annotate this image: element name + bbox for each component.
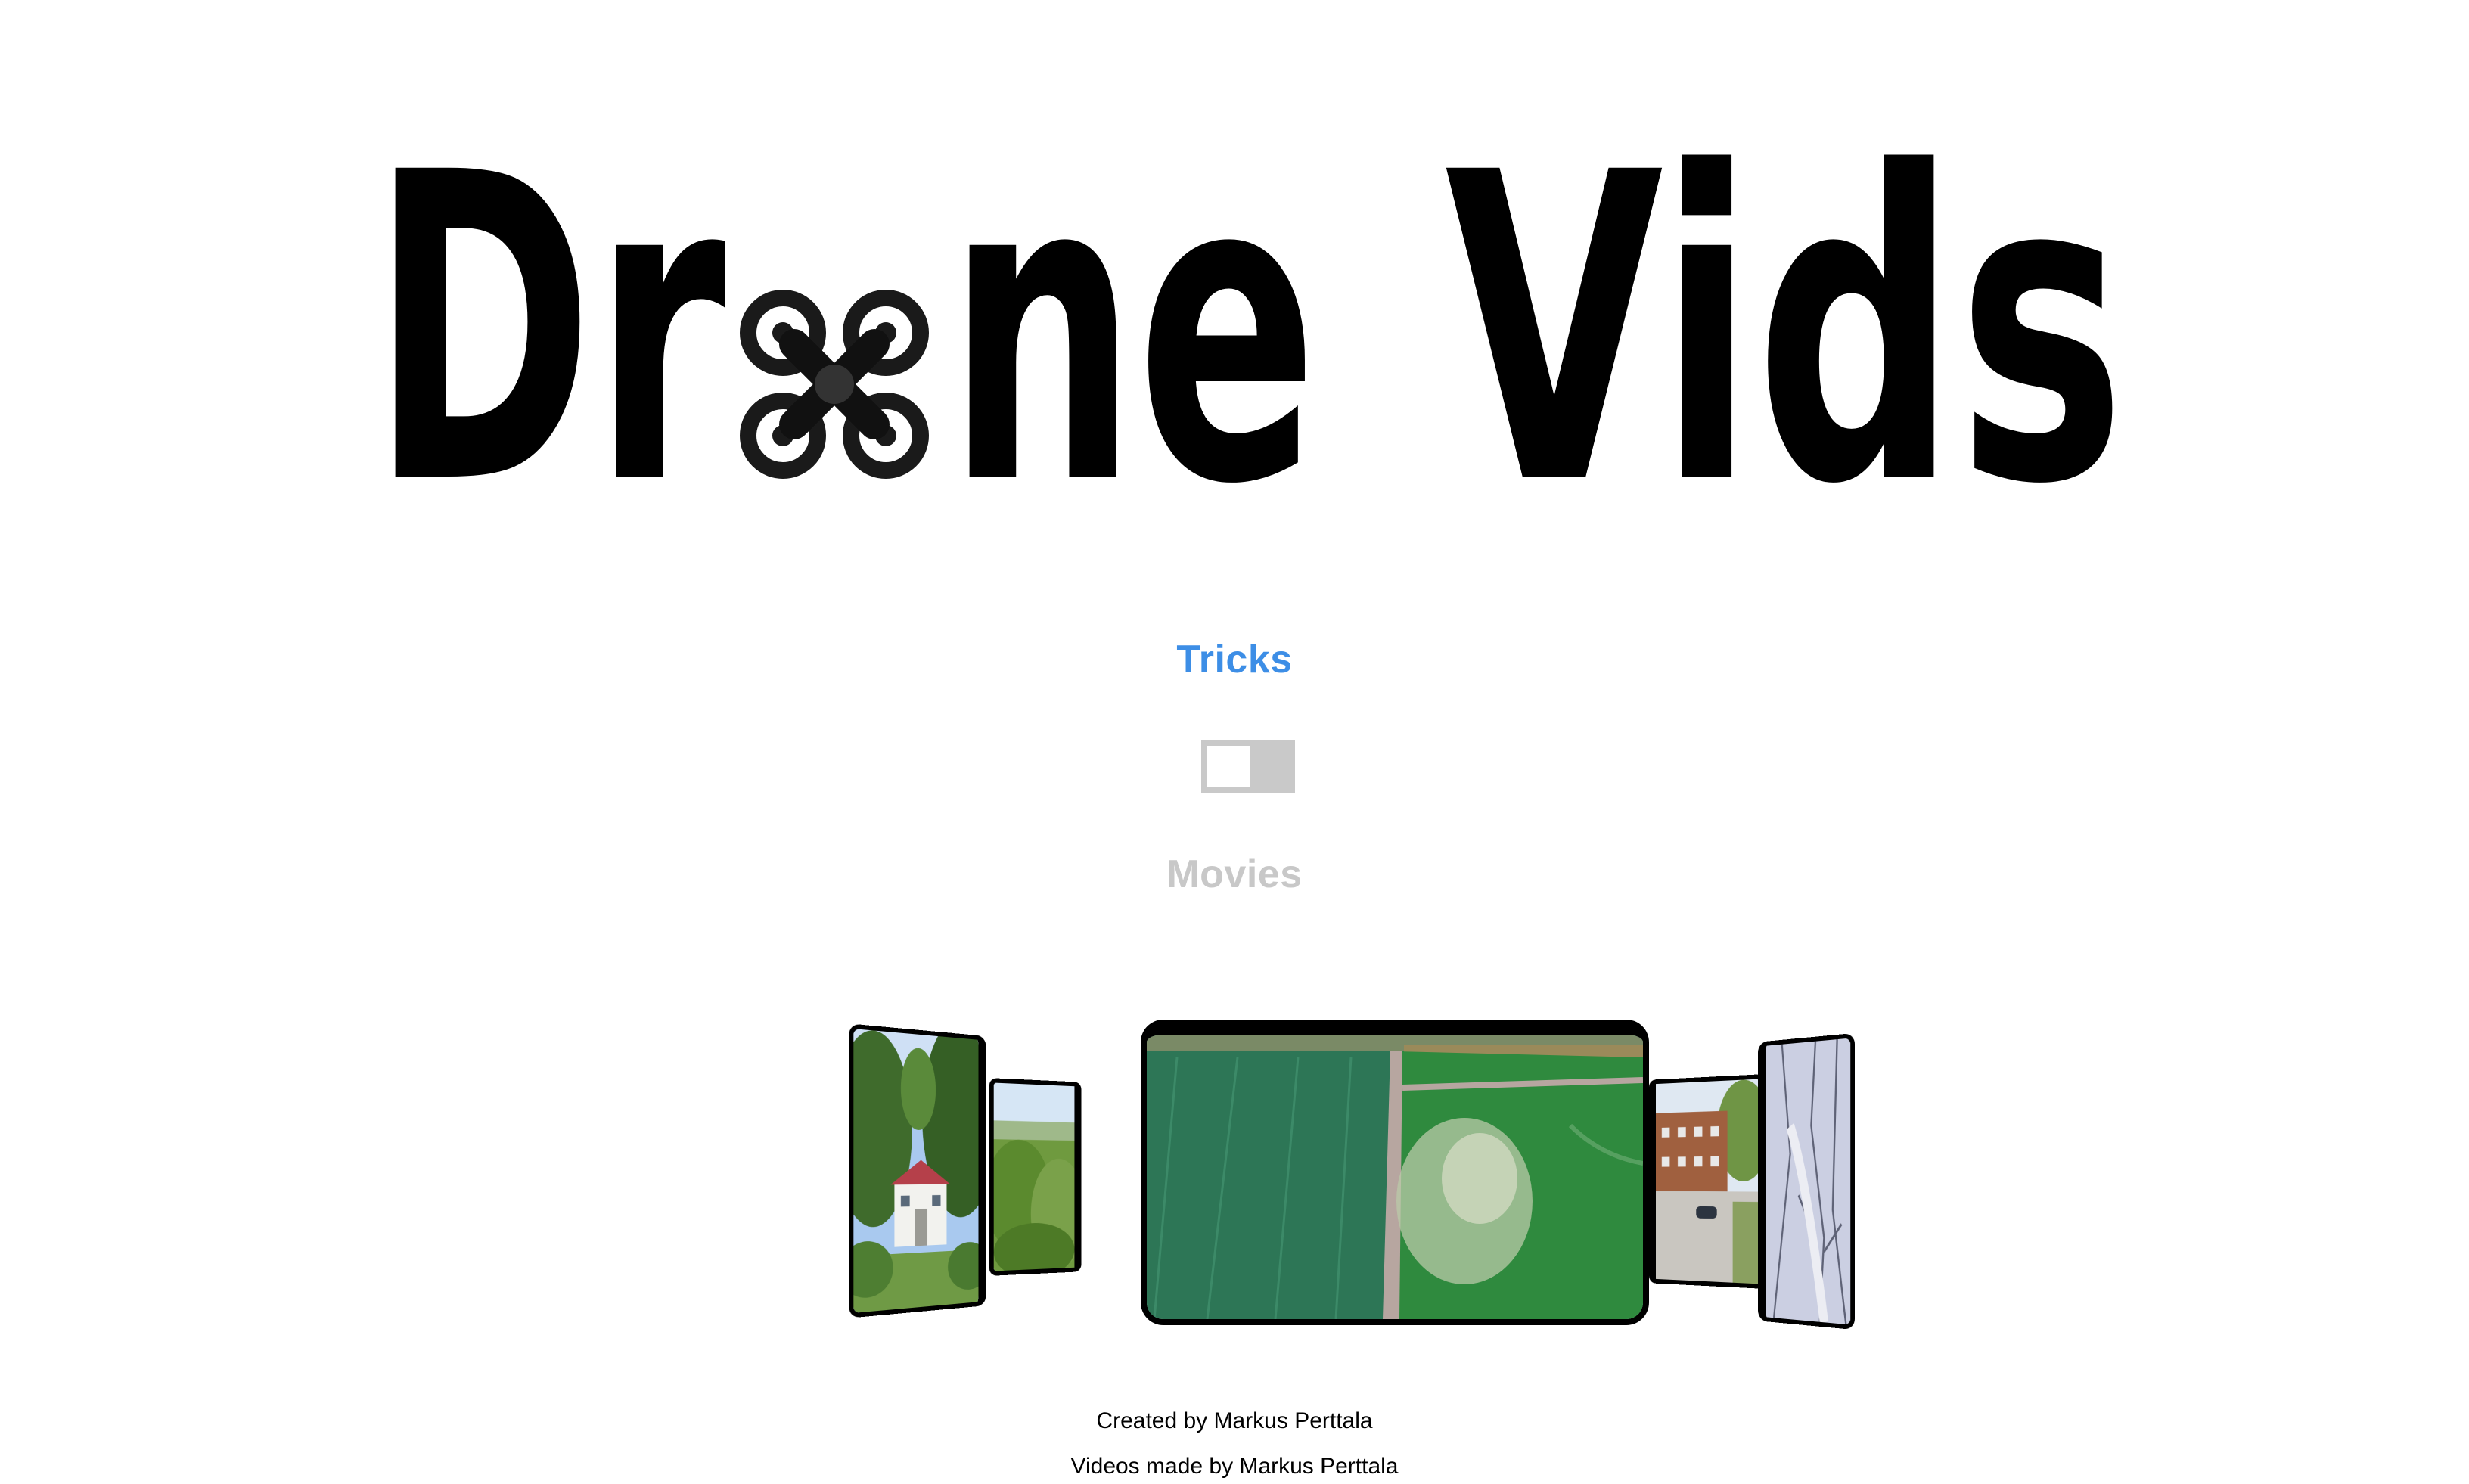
video-thumbnail-fields-active[interactable] [1141,1020,1649,1325]
svg-text:ne: ne [947,84,1318,577]
quadcopter-drone-icon [748,298,921,470]
video-thumbnail-trees[interactable] [989,1078,1082,1276]
toggle-knob[interactable] [1207,746,1250,787]
thumbnail-image [994,1083,1075,1271]
footer-created-by: Created by Markus Perttala [0,1408,2469,1434]
thumbnail-image [1147,1035,1643,1319]
video-thumbnail-house[interactable] [849,1023,986,1318]
footer-videos-by: Videos made by Markus Perttala [0,1454,2469,1479]
thumbnail-image [1766,1038,1850,1325]
logo-wordmark: Dr ne Vids [371,159,2126,492]
mode-toggle-switch[interactable] [1201,740,1295,793]
svg-text:Vids: Vids [1445,84,2126,577]
site-logo: Dr ne Vids [371,159,2126,492]
thumbnail-image [1656,1079,1759,1284]
video-thumbnail-snow-forest[interactable] [1758,1033,1855,1330]
thumbnail-image [853,1029,978,1313]
mode-option-movies[interactable]: Movies [0,852,2469,897]
mode-option-tricks[interactable]: Tricks [0,637,2469,682]
video-carousel[interactable] [817,1006,1891,1354]
page: Dr ne Vids Tricks Movies Created by Mark… [0,0,2469,1484]
svg-text:Dr: Dr [371,84,728,577]
video-thumbnail-building[interactable] [1649,1074,1764,1289]
